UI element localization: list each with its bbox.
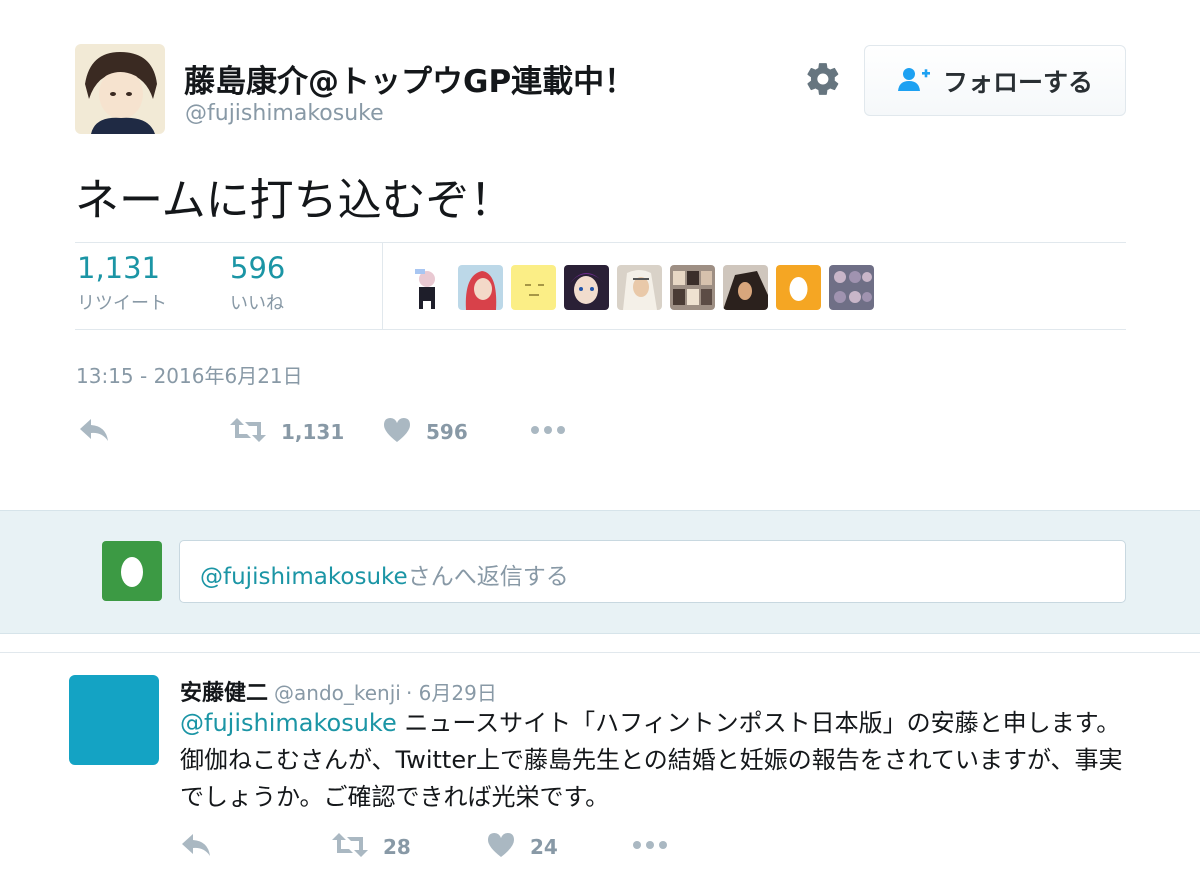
tweet-text: ネームに打ち込むぞ！ — [75, 175, 514, 226]
more-dots-icon — [631, 831, 669, 863]
retweet-count: 1,131 — [281, 420, 345, 444]
current-user-avatar[interactable] — [102, 541, 162, 601]
liker-avatar[interactable] — [723, 265, 768, 310]
reply-retweet-button[interactable]: 28 — [331, 831, 411, 863]
retweet-button[interactable]: 1,131 — [229, 416, 344, 448]
reply-icon — [78, 416, 110, 448]
liker-avatars — [405, 265, 874, 310]
like-count: 596 — [426, 420, 468, 444]
reply-mention[interactable]: @fujishimakosuke — [180, 709, 397, 737]
more-button[interactable] — [529, 416, 567, 448]
liker-avatar[interactable] — [458, 265, 503, 310]
like-stat[interactable]: 596 いいね — [230, 251, 285, 315]
liker-avatar[interactable] — [829, 265, 874, 310]
liker-avatar[interactable] — [564, 265, 609, 310]
liker-avatar[interactable] — [511, 265, 556, 310]
reply-icon — [180, 831, 212, 863]
gear-icon[interactable] — [804, 60, 842, 98]
retweet-stat-count: 1,131 — [77, 251, 161, 285]
tweet-stats: 1,131 リツイート 596 いいね — [75, 242, 1126, 330]
liker-avatar[interactable] — [776, 265, 821, 310]
follow-button-label: フォローする — [942, 67, 1093, 97]
reply-composer: @fujishimakosukeさんへ返信する — [0, 510, 1200, 634]
like-button[interactable]: 596 — [382, 416, 468, 448]
reply-header: 安藤健二 @ando_kenji · 6月29日 — [180, 675, 497, 707]
reply-text: @fujishimakosuke ニュースサイト「ハフィントンポスト日本版」の安… — [180, 705, 1140, 816]
reply-like-count: 24 — [530, 835, 558, 859]
tweet-timestamp[interactable]: 13:15 - 2016年6月21日 — [76, 360, 303, 389]
author-avatar[interactable] — [75, 44, 165, 134]
reply-retweet-count: 28 — [383, 835, 411, 859]
retweet-stat[interactable]: 1,131 リツイート — [77, 251, 167, 315]
liker-avatar[interactable] — [670, 265, 715, 310]
reply-author-avatar[interactable] — [69, 675, 159, 765]
like-stat-label: いいね — [230, 293, 284, 314]
reply-more-button[interactable] — [631, 831, 669, 863]
reply-author-handle[interactable]: @ando_kenji — [274, 681, 401, 705]
reply-input-placeholder: さんへ返信する — [407, 564, 569, 590]
follow-button[interactable]: フォローする — [864, 45, 1126, 116]
liker-avatar[interactable] — [405, 265, 450, 310]
reply-tweet: 安藤健二 @ando_kenji · 6月29日 @fujishimakosuke… — [0, 652, 1200, 896]
reply-date[interactable]: · 6月29日 — [406, 681, 497, 705]
reply-like-button[interactable]: 24 — [486, 831, 558, 863]
more-dots-icon — [529, 416, 567, 448]
retweet-icon — [331, 831, 369, 863]
reply-reply-button[interactable] — [180, 831, 212, 863]
reply-author-name[interactable]: 安藤健二 — [180, 681, 268, 706]
reply-input[interactable]: @fujishimakosukeさんへ返信する — [179, 540, 1126, 603]
author-display-name[interactable]: 藤島康介@トップウGP連載中！ — [184, 56, 635, 101]
liker-avatar[interactable] — [617, 265, 662, 310]
author-handle[interactable]: @fujishimakosuke — [185, 101, 384, 126]
main-tweet: 藤島康介@トップウGP連載中！ @fujishimakosuke フォローする … — [0, 0, 1200, 510]
add-user-icon — [897, 66, 931, 96]
heart-icon — [486, 831, 516, 863]
stats-divider — [382, 243, 383, 329]
heart-icon — [382, 416, 412, 448]
retweet-stat-label: リツイート — [77, 293, 167, 314]
retweet-icon — [229, 416, 267, 448]
reply-button[interactable] — [78, 416, 110, 448]
like-stat-count: 596 — [230, 251, 286, 285]
reply-input-mention: @fujishimakosuke — [200, 564, 408, 590]
